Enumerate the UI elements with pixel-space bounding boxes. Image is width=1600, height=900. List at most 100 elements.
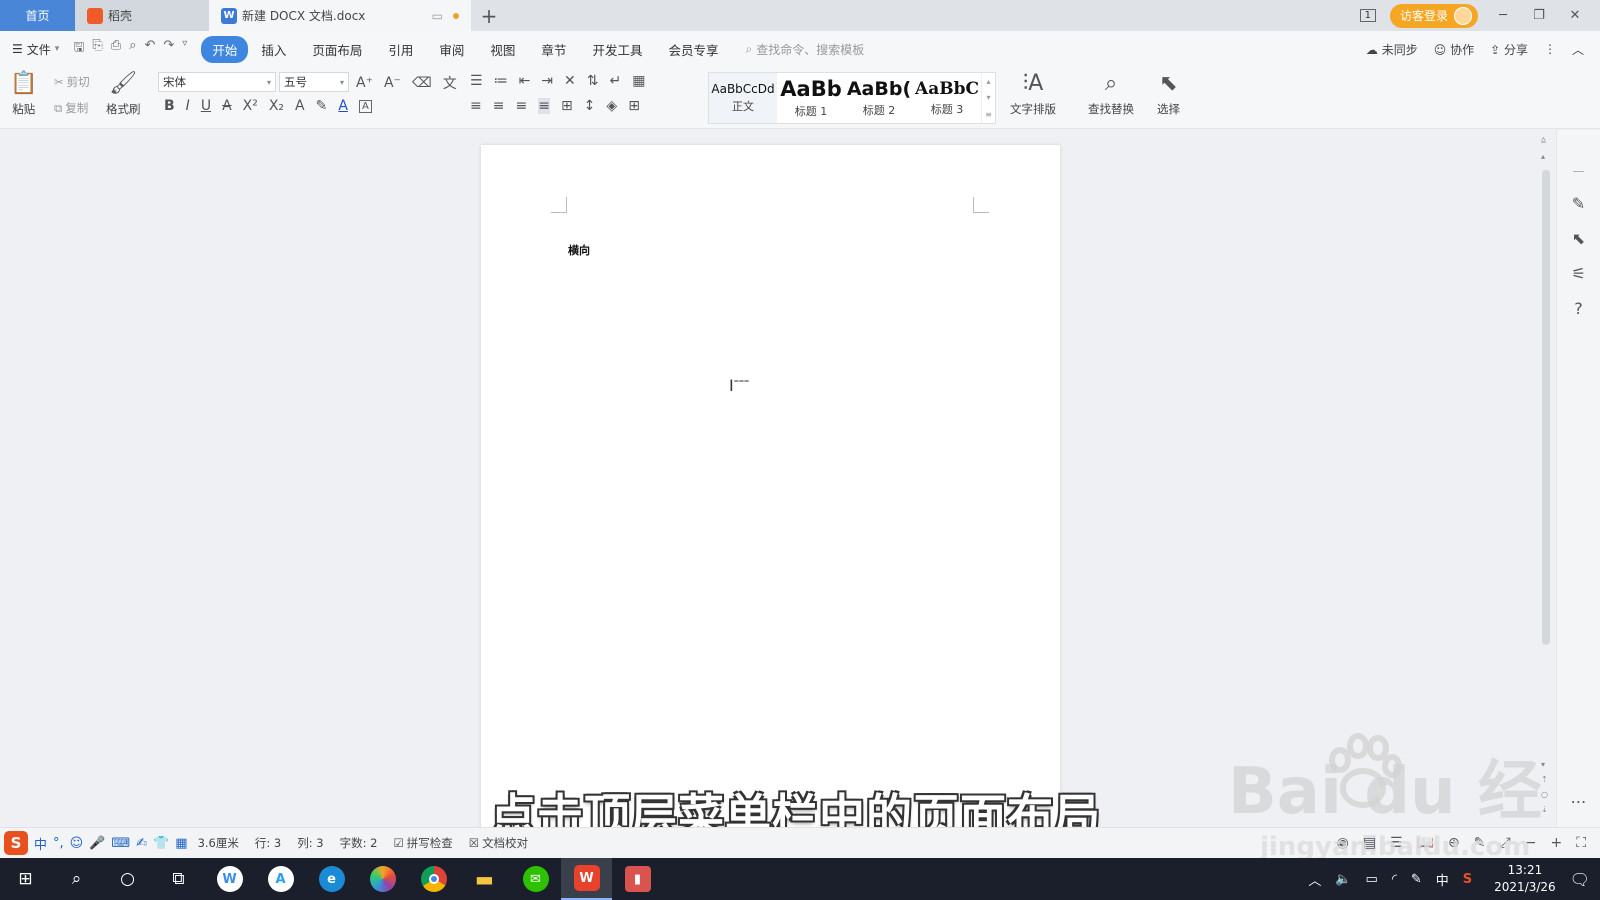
- scrollbar-thumb[interactable]: [1542, 170, 1550, 645]
- emoji-icon[interactable]: ☺: [70, 836, 84, 851]
- menu-developer[interactable]: 开发工具: [579, 36, 655, 63]
- app-icon-2[interactable]: A: [255, 858, 306, 900]
- font-name-select[interactable]: 宋体 ▾: [158, 72, 276, 92]
- underline-icon[interactable]: U: [201, 98, 211, 114]
- menu-page-layout[interactable]: 页面布局: [299, 36, 375, 63]
- collab-button[interactable]: ☺ 协作: [1434, 41, 1474, 58]
- chevron-up-icon[interactable]: ︿: [1308, 870, 1321, 889]
- chinese-layout-icon[interactable]: ✕: [564, 73, 576, 89]
- numbered-list-icon[interactable]: ≔: [494, 73, 508, 89]
- sort-icon[interactable]: ⇅: [587, 73, 599, 89]
- show-marks-icon[interactable]: ↵: [610, 73, 622, 89]
- more-icon[interactable]: ⋮: [1544, 42, 1556, 56]
- edge-icon[interactable]: e: [306, 858, 357, 900]
- increase-font-icon[interactable]: A⁺: [356, 75, 373, 91]
- bold-icon[interactable]: B: [164, 98, 175, 114]
- edit-icon[interactable]: ✎: [1572, 194, 1585, 213]
- sync-button[interactable]: ☁ 未同步: [1366, 41, 1418, 58]
- collapse-ribbon-icon[interactable]: ︿: [1572, 41, 1584, 58]
- italic-icon[interactable]: I: [186, 98, 190, 114]
- borders-icon[interactable]: ⊞: [628, 98, 640, 114]
- align-left-icon[interactable]: ≡: [470, 98, 482, 114]
- app-icon-4[interactable]: ▮: [612, 858, 663, 900]
- tab-home[interactable]: 首页: [0, 0, 75, 31]
- document-text[interactable]: 横向: [568, 242, 590, 258]
- word-count[interactable]: 字数: 2: [340, 835, 378, 851]
- menu-insert[interactable]: 插入: [248, 36, 299, 63]
- new-tab-button[interactable]: +: [471, 0, 507, 31]
- pen-icon[interactable]: ✎: [1411, 872, 1422, 887]
- menu-member[interactable]: 会员专享: [655, 36, 731, 63]
- punctuation-icon[interactable]: °,: [53, 836, 64, 851]
- style-heading-1[interactable]: AaBb 标题 1: [777, 73, 845, 123]
- select-button[interactable]: ⬉ 选择: [1157, 71, 1180, 117]
- customize-icon[interactable]: ▿: [182, 38, 187, 60]
- skin-icon[interactable]: 👕: [153, 836, 169, 851]
- share-button[interactable]: ⇪ 分享: [1490, 41, 1528, 58]
- scroll-top-icon[interactable]: ⩠: [1541, 135, 1546, 145]
- toolbox-icon[interactable]: ▦: [175, 836, 187, 851]
- wifi-icon[interactable]: ◜: [1392, 872, 1397, 887]
- chevron-up-icon[interactable]: ▴: [986, 77, 990, 86]
- text-effect-icon[interactable]: A: [295, 98, 305, 114]
- sliders-icon[interactable]: ⚟: [1571, 264, 1585, 283]
- strikethrough-icon[interactable]: A: [222, 98, 232, 114]
- app-icon-1[interactable]: W: [204, 858, 255, 900]
- fullscreen-icon[interactable]: ⛶: [1576, 835, 1586, 851]
- document-page[interactable]: 横向 Ι⩶: [481, 145, 1060, 835]
- help-icon[interactable]: ?: [1574, 299, 1583, 318]
- sogou-tray-icon[interactable]: S: [1463, 872, 1472, 887]
- style-heading-2[interactable]: AaBb( 标题 2: [845, 73, 913, 123]
- sogou-ime-icon[interactable]: S: [4, 831, 28, 855]
- shading-icon[interactable]: ◈: [606, 98, 617, 114]
- align-right-icon[interactable]: ≡: [515, 98, 527, 114]
- undo-icon[interactable]: ↶: [144, 38, 155, 60]
- menu-review[interactable]: 审阅: [426, 36, 477, 63]
- proofread-button[interactable]: ☒ 文档校对: [469, 835, 528, 851]
- handwriting-icon[interactable]: ✍: [136, 836, 147, 851]
- line-spacing-icon[interactable]: ↕: [584, 98, 596, 114]
- cut-button[interactable]: ✂ 剪切: [54, 74, 90, 90]
- highlight-icon[interactable]: ✎: [316, 98, 328, 114]
- tray-language[interactable]: 中: [1436, 870, 1449, 889]
- decrease-font-icon[interactable]: A⁻: [384, 75, 401, 91]
- menu-view[interactable]: 视图: [477, 36, 528, 63]
- format-painter-button[interactable]: 🖌 格式刷: [106, 71, 141, 117]
- print-icon[interactable]: ⎙: [111, 38, 121, 60]
- clock[interactable]: 13:21 2021/3/26: [1494, 862, 1556, 896]
- battery-icon[interactable]: ▭: [1366, 872, 1378, 887]
- minimize-icon[interactable]: ─: [1492, 8, 1514, 23]
- print-preview-icon[interactable]: ⌕: [129, 38, 136, 60]
- align-center-icon[interactable]: ≡: [493, 98, 505, 114]
- paste-button[interactable]: 📋 粘贴: [10, 71, 37, 117]
- guest-login-button[interactable]: 访客登录: [1389, 3, 1478, 28]
- search-icon[interactable]: ⌕: [51, 858, 102, 900]
- chrome-icon[interactable]: [408, 858, 459, 900]
- decrease-indent-icon[interactable]: ⇤: [519, 73, 531, 89]
- copy-button[interactable]: ⧉ 复制: [54, 100, 88, 116]
- notification-icon[interactable]: 🗨: [1570, 870, 1590, 889]
- find-replace-button[interactable]: ⌕ 查找替换: [1088, 71, 1134, 117]
- restore-icon[interactable]: ❐: [1528, 8, 1550, 23]
- file-menu[interactable]: ☰ 文件 ▾: [12, 41, 59, 58]
- tab-document[interactable]: W 新建 DOCX 文档.docx ▭: [209, 0, 471, 31]
- menu-home[interactable]: 开始: [201, 35, 249, 63]
- style-normal[interactable]: AaBbCcDd 正文: [709, 73, 777, 123]
- table-border-icon[interactable]: ▦: [632, 73, 645, 89]
- expand-icon[interactable]: ≡: [985, 110, 992, 119]
- chevron-down-icon[interactable]: ▾: [986, 93, 990, 102]
- increase-indent-icon[interactable]: ⇥: [541, 73, 553, 89]
- phonetic-icon[interactable]: 文: [443, 73, 457, 93]
- subscript-icon[interactable]: X₂: [269, 98, 284, 114]
- style-heading-3[interactable]: AaBbC 标题 3: [913, 73, 981, 123]
- page-indicator[interactable]: 1: [1359, 9, 1376, 22]
- close-icon[interactable]: ✕: [1564, 8, 1586, 23]
- style-gallery-scroll[interactable]: ▴ ▾ ≡: [981, 73, 995, 123]
- text-layout-button[interactable]: ⫶A 文字排版: [1010, 71, 1056, 117]
- superscript-icon[interactable]: X²: [243, 98, 258, 114]
- volume-icon[interactable]: 🔈: [1335, 872, 1351, 887]
- pointer-icon[interactable]: ⬉: [1572, 229, 1585, 248]
- font-color-icon[interactable]: A: [338, 98, 348, 114]
- cortana-icon[interactable]: ○: [102, 858, 153, 900]
- task-view-icon[interactable]: ⧉: [153, 858, 204, 900]
